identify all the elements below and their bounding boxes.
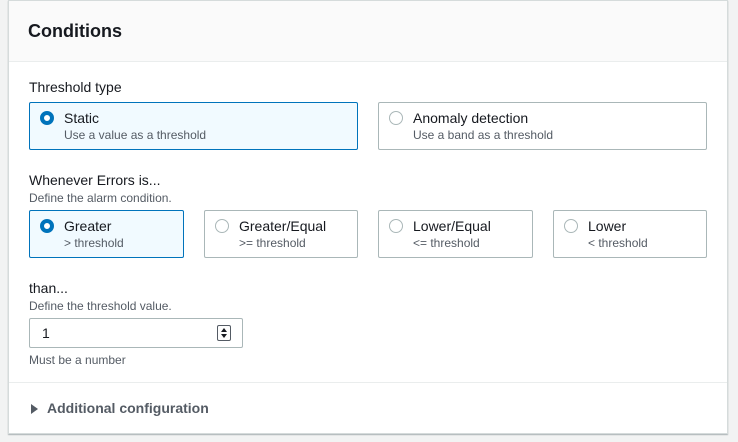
condition-lower-equal-tile[interactable]: Lower/Equal <= threshold <box>378 210 533 258</box>
tile-title: Greater/Equal <box>239 218 327 234</box>
tile-title: Anomaly detection <box>413 110 529 126</box>
tile-title: Static <box>64 110 100 126</box>
tile-title: Lower <box>588 218 627 234</box>
threshold-value-constraint: Must be a number <box>29 353 126 367</box>
threshold-type-static-tile[interactable]: Static Use a value as a threshold <box>29 102 358 150</box>
condition-description: Define the alarm condition. <box>29 191 172 205</box>
condition-greater-equal-tile[interactable]: Greater/Equal >= threshold <box>204 210 358 258</box>
threshold-value: 1 <box>42 325 50 341</box>
threshold-type-label: Threshold type <box>29 79 122 95</box>
divider <box>9 382 727 383</box>
radio-selected-icon[interactable] <box>40 111 54 125</box>
radio-selected-icon[interactable] <box>40 219 54 233</box>
threshold-value-description: Define the threshold value. <box>29 299 172 313</box>
radio-unselected-icon[interactable] <box>389 111 403 125</box>
tile-subtitle: Use a value as a threshold <box>64 128 207 142</box>
spin-up-icon[interactable] <box>221 328 227 332</box>
spin-down-icon[interactable] <box>221 334 227 338</box>
panel-title: Conditions <box>28 21 122 41</box>
caret-right-icon[interactable] <box>31 404 38 414</box>
condition-lower-tile[interactable]: Lower < threshold <box>553 210 707 258</box>
tile-title: Lower/Equal <box>413 218 491 234</box>
tile-subtitle: > threshold <box>64 236 124 250</box>
tile-title: Greater <box>64 218 112 234</box>
radio-unselected-icon[interactable] <box>564 219 578 233</box>
threshold-type-anomaly-tile[interactable]: Anomaly detection Use a band as a thresh… <box>378 102 707 150</box>
number-stepper[interactable] <box>217 325 231 341</box>
threshold-value-label: than... <box>29 280 68 296</box>
conditions-panel: Conditions Threshold type Static Use a v… <box>8 0 728 434</box>
tile-subtitle: Use a band as a threshold <box>413 128 554 142</box>
radio-unselected-icon[interactable] <box>389 219 403 233</box>
condition-greater-tile[interactable]: Greater > threshold <box>29 210 184 258</box>
tile-subtitle: >= threshold <box>239 236 306 250</box>
tile-subtitle: < threshold <box>588 236 648 250</box>
tile-subtitle: <= threshold <box>413 236 480 250</box>
radio-unselected-icon[interactable] <box>215 219 229 233</box>
panel-header: Conditions <box>9 1 727 62</box>
condition-label: Whenever Errors is... <box>29 172 161 188</box>
additional-configuration-label: Additional configuration <box>47 400 209 416</box>
threshold-value-input[interactable]: 1 <box>29 318 243 348</box>
